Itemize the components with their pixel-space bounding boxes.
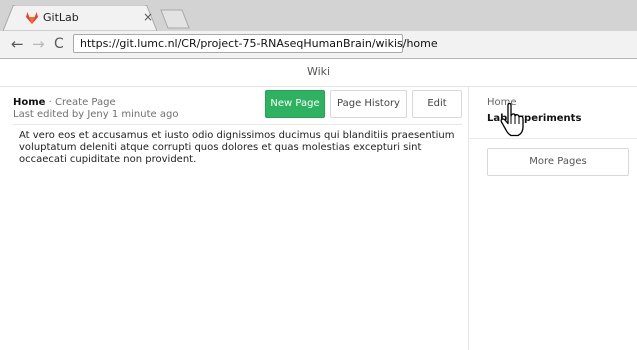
wiki-sidebar: Home Lab Experiments More Pages (469, 87, 637, 350)
separator: · (45, 97, 55, 108)
browser-tab[interactable]: GitLab × (3, 5, 157, 31)
forward-arrow-icon[interactable]: → (32, 36, 45, 52)
last-edited: Last edited by Jeny 1 minute ago (13, 109, 179, 120)
browser-tab-strip: GitLab × (0, 0, 637, 31)
address-bar-url: https://git.lumc.nl/CR/project-75-RNAseq… (80, 37, 438, 50)
gitlab-favicon-icon (26, 12, 38, 24)
divider (13, 124, 462, 125)
page-history-button[interactable]: Page History (330, 90, 407, 118)
more-pages-button[interactable]: More Pages (487, 148, 629, 176)
edit-button[interactable]: Edit (412, 90, 462, 118)
new-tab-button[interactable] (160, 9, 190, 29)
page-title-bar: Wiki (0, 59, 637, 87)
back-arrow-icon[interactable]: ← (11, 36, 24, 52)
wiki-page-meta: Home · Create Page Last edited by Jeny 1… (13, 97, 178, 121)
divider (469, 138, 637, 139)
tab-title: GitLab (43, 11, 79, 24)
browser-toolbar: ← → C https://git.lumc.nl/CR/project-75-… (0, 31, 637, 59)
tab-close-icon[interactable]: × (143, 10, 153, 24)
create-page-link[interactable]: Create Page (55, 97, 116, 108)
new-page-button[interactable]: New Page (265, 90, 325, 118)
hand-pointer-icon (500, 103, 524, 137)
reload-icon[interactable]: C (54, 36, 64, 52)
address-bar[interactable]: https://git.lumc.nl/CR/project-75-RNAseq… (73, 34, 438, 53)
page-title: Wiki (306, 65, 331, 78)
wiki-main: Home · Create Page Last edited by Jeny 1… (0, 87, 469, 350)
page-name: Home (13, 97, 46, 108)
wiki-content: At vero eos et accusamus et iusto odio d… (19, 130, 455, 165)
